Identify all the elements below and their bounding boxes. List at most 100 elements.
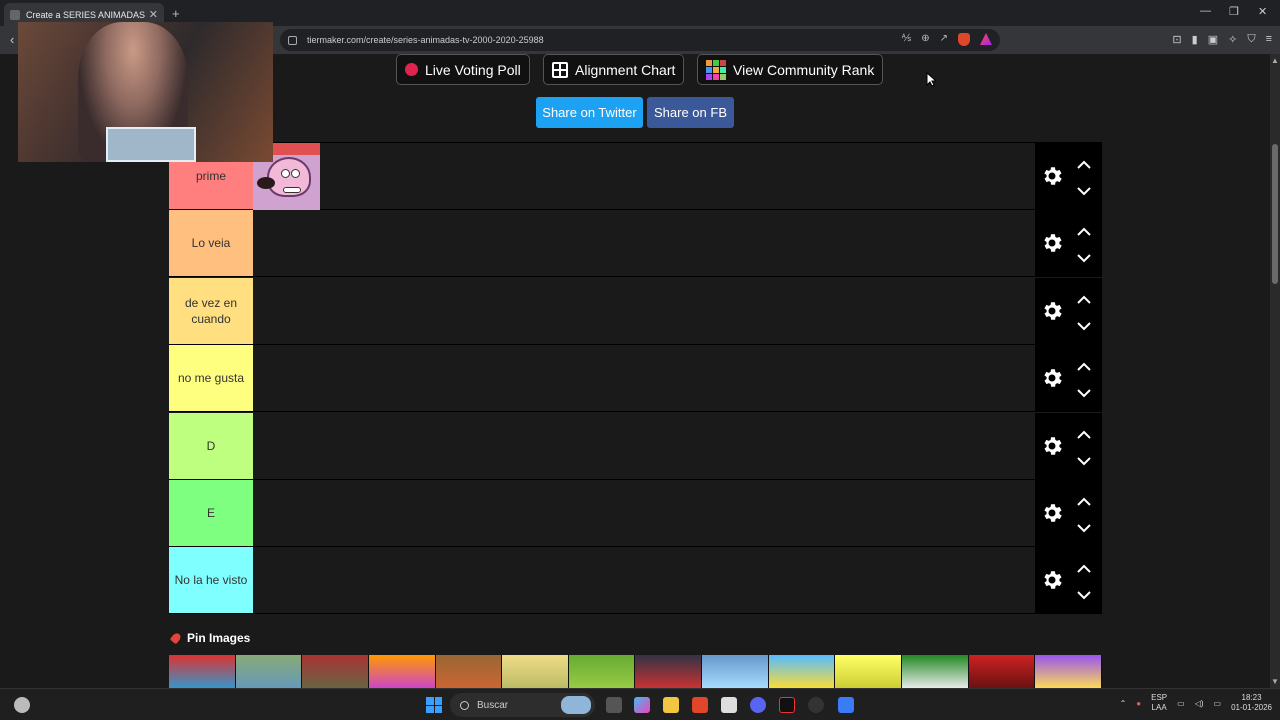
copilot-icon[interactable] <box>634 697 650 713</box>
view-community-rank-button[interactable]: View Community Rank <box>697 54 884 85</box>
brave-rewards-icon[interactable] <box>980 33 992 45</box>
tier-label[interactable]: No la he visto <box>169 547 253 614</box>
tier-items-dropzone[interactable] <box>253 412 1035 479</box>
page-scrollbar[interactable]: ▲ ▼ <box>1270 54 1280 688</box>
brave-taskbar-icon[interactable] <box>692 697 708 713</box>
network-icon[interactable]: ▭ <box>1177 699 1185 708</box>
move-tier-down-icon[interactable] <box>1077 385 1091 398</box>
taskbar-search[interactable]: Buscar <box>450 693 595 717</box>
tier-settings-gear-icon[interactable] <box>1040 366 1064 390</box>
move-tier-up-icon[interactable] <box>1077 224 1091 237</box>
tier-label[interactable]: D <box>169 412 253 479</box>
clock[interactable]: 18:23 01-01-2026 <box>1231 693 1272 713</box>
tab-search-icon[interactable]: ⊡ <box>1172 33 1181 46</box>
pool-image[interactable] <box>902 655 969 688</box>
translate-icon[interactable]: ⅍ <box>902 33 911 46</box>
pool-image[interactable] <box>502 655 569 688</box>
share-fb-button[interactable]: Share on FB <box>647 97 734 128</box>
menu-icon[interactable]: ≡ <box>1266 33 1272 46</box>
back-icon[interactable]: ‹ <box>10 32 14 47</box>
app-icon[interactable] <box>838 697 854 713</box>
volume-icon[interactable]: ◁) <box>1195 699 1204 708</box>
tier-settings-gear-icon[interactable] <box>1040 164 1064 188</box>
move-tier-up-icon[interactable] <box>1077 427 1091 439</box>
tier-items-dropzone[interactable] <box>253 210 1035 277</box>
move-tier-up-icon[interactable] <box>1077 157 1091 169</box>
live-voting-poll-button[interactable]: Live Voting Poll <box>396 54 530 85</box>
zoom-icon[interactable]: ⊕ <box>921 33 929 46</box>
move-tier-down-icon[interactable] <box>1077 318 1091 331</box>
share-twitter-button[interactable]: Share on Twitter <box>536 97 643 128</box>
share-icon[interactable]: ↗ <box>940 33 948 46</box>
tier-items-dropzone[interactable] <box>253 277 1035 344</box>
mic-icon[interactable]: ● <box>1136 699 1141 708</box>
pool-image[interactable] <box>368 655 436 688</box>
tier-items-dropzone[interactable] <box>253 143 1035 210</box>
pool-image[interactable] <box>169 655 236 688</box>
store-icon[interactable] <box>721 697 737 713</box>
tier-settings-gear-icon[interactable] <box>1040 231 1064 255</box>
weather-icon[interactable] <box>14 697 30 713</box>
pool-image[interactable] <box>302 655 369 688</box>
new-tab-button[interactable]: + <box>172 6 180 21</box>
tiktok-icon[interactable] <box>779 697 795 713</box>
scroll-up-icon[interactable]: ▲ <box>1271 56 1279 65</box>
pool-image[interactable] <box>235 655 303 688</box>
site-info-icon[interactable] <box>288 35 297 45</box>
move-tier-down-icon[interactable] <box>1077 520 1091 533</box>
pool-image[interactable] <box>968 655 1036 688</box>
move-tier-down-icon[interactable] <box>1077 250 1091 263</box>
tier-label[interactable]: no me gusta <box>169 345 253 412</box>
move-tier-up-icon[interactable] <box>1077 359 1091 371</box>
move-tier-down-icon[interactable] <box>1077 453 1091 466</box>
move-tier-down-icon[interactable] <box>1077 183 1091 196</box>
restore-icon[interactable]: ❐ <box>1229 5 1239 18</box>
move-tier-up-icon[interactable] <box>1077 292 1091 304</box>
tier-label[interactable]: E <box>169 480 253 546</box>
wallet-icon[interactable]: ▣ <box>1208 33 1218 46</box>
pool-image[interactable] <box>835 655 903 688</box>
tier-items-dropzone[interactable] <box>253 480 1035 546</box>
tray-chevron-icon[interactable]: ⌃ <box>1120 699 1127 708</box>
tier-items-dropzone[interactable] <box>253 547 1035 614</box>
pool-image[interactable] <box>768 655 836 688</box>
tier-items-dropzone[interactable] <box>253 345 1035 412</box>
address-bar[interactable]: tiermaker.com/create/series-animadas-tv-… <box>280 29 1000 51</box>
language-indicator[interactable]: ESP LAA <box>1151 693 1167 713</box>
leo-icon[interactable]: ✧ <box>1228 33 1237 46</box>
tier-row: Lo veia <box>169 210 1102 278</box>
tier-settings-gear-icon[interactable] <box>1040 299 1064 323</box>
battery-icon[interactable]: ▭ <box>1214 699 1222 708</box>
alignment-chart-button[interactable]: Alignment Chart <box>543 54 685 85</box>
task-view-icon[interactable] <box>606 697 622 713</box>
move-tier-up-icon[interactable] <box>1077 494 1091 506</box>
pool-image[interactable] <box>435 655 503 688</box>
pin-images-toggle[interactable]: Pin Images <box>169 631 250 645</box>
tier-settings-gear-icon[interactable] <box>1040 568 1064 592</box>
move-tier-down-icon[interactable] <box>1077 587 1091 600</box>
pool-image[interactable] <box>568 655 636 688</box>
vpn-icon[interactable]: ⛉ <box>1247 33 1255 46</box>
webcam-device <box>106 127 196 162</box>
tab-close-icon[interactable]: ✕ <box>149 8 158 21</box>
tier-settings-gear-icon[interactable] <box>1040 434 1064 458</box>
sidebar-icon[interactable]: ▮ <box>1192 33 1198 46</box>
tier-label[interactable]: Lo veia <box>169 210 253 277</box>
search-icon <box>460 700 469 710</box>
tier-controls <box>1035 277 1102 344</box>
pool-image[interactable] <box>1035 655 1102 688</box>
window-close-icon[interactable]: ✕ <box>1258 5 1267 18</box>
minimize-icon[interactable]: — <box>1200 5 1211 17</box>
scrollbar-thumb[interactable] <box>1272 144 1278 284</box>
pool-image[interactable] <box>635 655 703 688</box>
start-icon[interactable] <box>426 697 442 713</box>
pool-image[interactable] <box>702 655 769 688</box>
discord-icon[interactable] <box>750 697 766 713</box>
move-tier-up-icon[interactable] <box>1077 561 1091 574</box>
brave-shields-icon[interactable] <box>958 33 970 46</box>
scroll-down-icon[interactable]: ▼ <box>1271 677 1279 686</box>
obs-icon[interactable] <box>808 697 824 713</box>
file-explorer-icon[interactable] <box>663 697 679 713</box>
tier-settings-gear-icon[interactable] <box>1040 501 1064 525</box>
tier-label[interactable]: de vez en cuando <box>169 277 253 344</box>
